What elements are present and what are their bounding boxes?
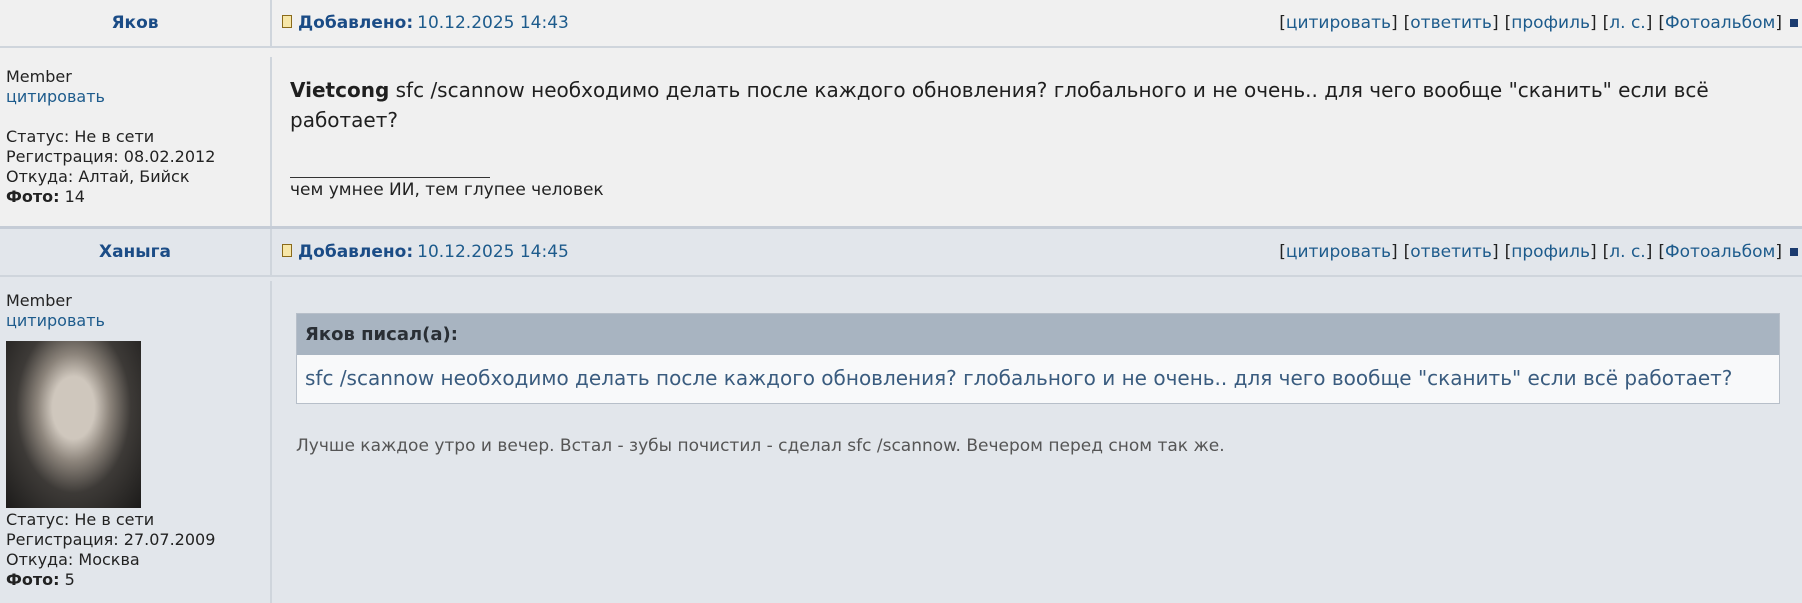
action-photo-album[interactable]: [Фотоальбом] <box>1658 242 1782 262</box>
added-label: Добавлено: <box>298 13 414 33</box>
post-header: Добавлено: 10.12.2025 14:45 [цитировать]… <box>272 229 1802 277</box>
author-photos: Фото: 5 <box>6 569 75 589</box>
author-registration: Регистрация: 27.07.2009 <box>6 529 216 549</box>
added-date: 10.12.2025 14:45 <box>417 242 569 262</box>
quote-author: Яков писал(а): <box>297 313 1779 355</box>
author-name-text[interactable]: Яков <box>111 13 158 33</box>
sidebar-quote-link[interactable]: цитировать <box>6 311 264 331</box>
author-role: Member <box>6 67 72 86</box>
sidebar-quote-link[interactable]: цитировать <box>6 87 264 107</box>
post-signature: чем умнее ИИ, тем глупее человек <box>290 180 604 200</box>
added-label: Добавлено: <box>298 242 414 262</box>
post-author-name[interactable]: Ханыга <box>0 229 272 277</box>
post-document-icon <box>282 14 292 28</box>
quote-text: sfc /scannow необходимо делать после каж… <box>297 354 1779 403</box>
post-anchor-icon[interactable] <box>1790 248 1798 256</box>
forum-post: Ханыга Добавлено: 10.12.2025 14:45 [цити… <box>0 229 1802 603</box>
post-actions: [цитировать] [ответить] [профиль] [л. с.… <box>1279 242 1798 262</box>
action-private-message[interactable]: [л. с.] <box>1603 13 1653 33</box>
author-registration: Регистрация: 08.02.2012 <box>6 147 216 166</box>
post-date-area: Добавлено: 10.12.2025 14:45 <box>282 242 569 262</box>
action-profile[interactable]: [профиль] <box>1505 242 1597 262</box>
author-sidebar: Member цитировать Статус: Не в сети Реги… <box>0 57 272 226</box>
post-date-area: Добавлено: 10.12.2025 14:43 <box>282 13 569 33</box>
avatar[interactable] <box>6 340 141 508</box>
author-status: Статус: Не в сети <box>6 127 155 146</box>
author-sidebar: Member цитировать Статус: Не в сети Реги… <box>0 280 272 603</box>
action-profile[interactable]: [профиль] <box>1505 13 1597 33</box>
post-content: Яков писал(а): sfc /scannow необходимо д… <box>272 281 1802 603</box>
action-quote[interactable]: [цитировать] <box>1279 13 1397 33</box>
message-text: sfc /scannow необходимо делать после каж… <box>290 78 1709 132</box>
post-actions: [цитировать] [ответить] [профиль] [л. с.… <box>1279 13 1798 33</box>
action-quote[interactable]: [цитировать] <box>1279 242 1397 262</box>
post-content: Vietcong sfc /scannow необходимо делать … <box>272 57 1802 226</box>
added-date: 10.12.2025 14:43 <box>417 13 569 33</box>
post-anchor-icon[interactable] <box>1790 19 1798 27</box>
action-private-message[interactable]: [л. с.] <box>1603 242 1653 262</box>
post-author-name[interactable]: Яков <box>0 0 272 48</box>
post-header: Добавлено: 10.12.2025 14:43 [цитировать]… <box>272 0 1802 48</box>
author-location: Откуда: Москва <box>6 549 140 569</box>
author-location: Откуда: Алтай, Бийск <box>6 167 190 186</box>
action-reply[interactable]: [ответить] <box>1404 242 1499 262</box>
author-status: Статус: Не в сети <box>6 509 155 529</box>
action-reply[interactable]: [ответить] <box>1404 13 1499 33</box>
signature-divider <box>290 149 490 178</box>
post-document-icon <box>282 243 292 257</box>
post-message: Vietcong sfc /scannow необходимо делать … <box>290 75 1802 135</box>
author-photos: Фото: 14 <box>6 187 85 206</box>
action-photo-album[interactable]: [Фотоальбом] <box>1658 13 1782 33</box>
post-message: Лучше каждое утро и вечер. Встал - зубы … <box>296 435 1225 456</box>
addressed-user: Vietcong <box>290 78 390 102</box>
quote-block: Яков писал(а): sfc /scannow необходимо д… <box>296 312 1780 404</box>
forum-post: Яков Добавлено: 10.12.2025 14:43 [цитиро… <box>0 0 1802 229</box>
author-role: Member <box>6 290 72 310</box>
author-name-text[interactable]: Ханыга <box>99 242 171 262</box>
